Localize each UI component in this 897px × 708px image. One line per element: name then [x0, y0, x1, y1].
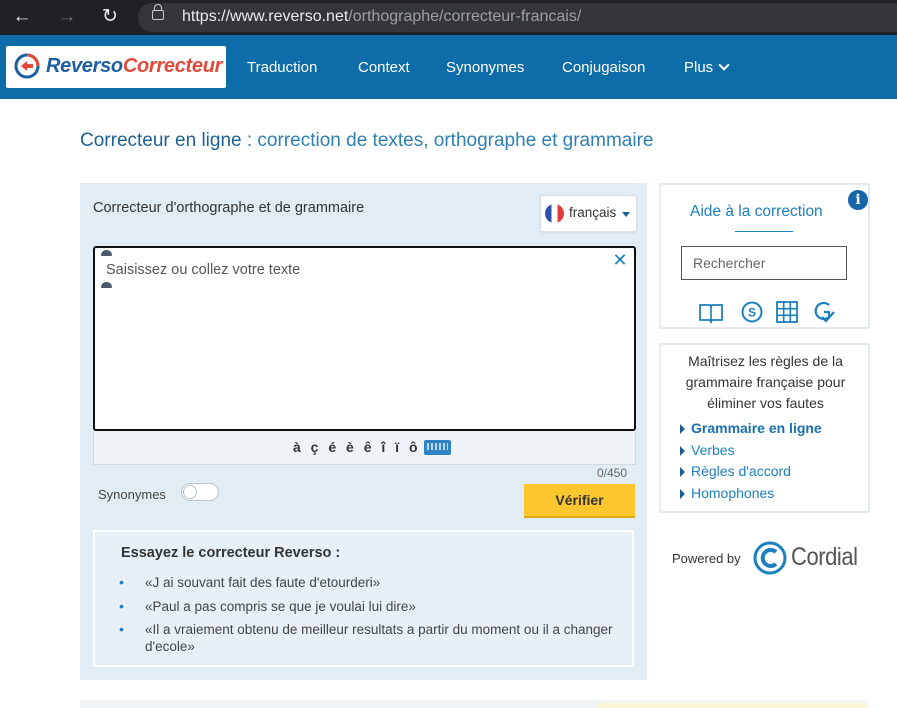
example-item[interactable]: «Il a vraiement obtenu de meilleur resul… — [119, 621, 615, 655]
selection-handle-bottom-icon[interactable] — [101, 282, 112, 288]
help-title: Aide à la correction — [690, 203, 823, 220]
keyboard-icon[interactable] — [424, 440, 451, 455]
site-header: ReversoCorrecteur Traduction Context Syn… — [0, 35, 897, 99]
nav-context[interactable]: Context — [358, 59, 410, 76]
logo-text: ReversoCorrecteur — [46, 55, 222, 78]
help-search-input[interactable] — [681, 246, 847, 280]
nav-plus-label: Plus — [684, 59, 714, 76]
editor-placeholder: Saisissez ou collez votre texte — [106, 262, 301, 278]
conjugation-grid-icon[interactable] — [774, 300, 800, 324]
svg-text:S: S — [748, 306, 756, 320]
url-domain: https://www.reverso.net — [182, 8, 349, 25]
accent-bar: à ç é è ê î ï ô ü — [93, 432, 636, 465]
dictionary-icon[interactable] — [698, 300, 724, 324]
language-select[interactable]: français — [540, 195, 637, 232]
selection-handle-top-icon[interactable] — [101, 250, 112, 256]
link-verbes[interactable]: Verbes — [680, 442, 735, 458]
examples-box: Essayez le correcteur Reverso : «J ai so… — [93, 530, 634, 667]
bottom-section-strip-yellow — [598, 703, 868, 708]
character-counter: 0/450 — [597, 466, 628, 480]
link-homophones[interactable]: Homophones — [679, 485, 774, 501]
correction-help-box: Aide à la correction i S — [659, 183, 870, 329]
url-path: /orthographe/correcteur-francais/ — [348, 8, 582, 25]
nav-traduction[interactable]: Traduction — [247, 59, 317, 76]
help-title-underline — [735, 231, 793, 232]
cordial-logo-icon[interactable] — [753, 541, 787, 575]
logo-text-reverso: Reverso — [46, 55, 123, 77]
nav-plus[interactable]: Plus — [684, 59, 730, 76]
back-arrow-icon[interactable]: ← — [9, 5, 35, 29]
text-editor[interactable]: Saisissez ou collez votre texte ✕ — [93, 246, 636, 431]
nav-synonymes[interactable]: Synonymes — [446, 59, 524, 76]
chevron-down-icon — [718, 59, 730, 71]
info-icon[interactable]: i — [848, 190, 868, 210]
address-bar[interactable]: https://www.reverso.net/orthographe/corr… — [138, 3, 897, 32]
reload-icon[interactable]: ↻ — [97, 5, 123, 29]
cordial-brand[interactable]: Cordial — [791, 543, 858, 572]
grammar-check-icon[interactable] — [811, 300, 837, 324]
french-flag-icon — [545, 204, 564, 223]
caret-down-icon — [622, 212, 630, 217]
grammar-intro: Maîtrisez les règles de la grammaire fra… — [685, 353, 846, 411]
forward-arrow-icon[interactable]: → — [54, 5, 80, 29]
link-grammaire-en-ligne[interactable]: Grammaire en ligne — [680, 420, 822, 436]
reverso-logo[interactable]: ReversoCorrecteur — [6, 46, 226, 88]
verify-button[interactable]: Vérifier — [524, 484, 635, 518]
synonyms-label: Synonymes — [98, 487, 166, 502]
powered-by-label: Powered by — [672, 551, 741, 566]
logo-text-correcteur: Correcteur — [122, 55, 223, 77]
example-item[interactable]: «Paul a pas compris se que je voulai lui… — [119, 598, 615, 615]
language-label: français — [569, 205, 617, 220]
grammar-rules-box: Maîtrisez les règles de la grammaire fra… — [659, 343, 870, 513]
synonyms-toggle[interactable] — [181, 483, 219, 501]
page-title: Correcteur en ligne : correction de text… — [80, 130, 653, 152]
corrector-panel: Correcteur d'orthographe et de grammaire… — [80, 183, 647, 680]
corrector-heading: Correcteur d'orthographe et de grammaire — [93, 200, 365, 216]
link-regles-accord[interactable]: Règles d'accord — [680, 463, 791, 479]
toggle-knob — [183, 485, 197, 499]
nav-conjugaison[interactable]: Conjugaison — [562, 59, 645, 76]
reverso-logo-icon — [14, 53, 40, 79]
lock-icon — [152, 4, 164, 20]
examples-title: Essayez le correcteur Reverso : — [121, 545, 341, 561]
page-title-strong: Correcteur en ligne — [80, 130, 242, 151]
example-item[interactable]: «J ai souvant fait des faute d'etourderi… — [119, 574, 615, 591]
accent-characters[interactable]: à ç é è ê î ï ô ü — [293, 439, 439, 455]
browser-toolbar: ← → ↻ https://www.reverso.net/orthograph… — [0, 0, 897, 35]
url-text: https://www.reverso.net/orthographe/corr… — [182, 8, 581, 26]
page-title-rest: : correction de textes, orthographe et g… — [241, 130, 654, 151]
clear-text-icon[interactable]: ✕ — [610, 250, 630, 270]
synonyms-icon[interactable]: S — [739, 300, 765, 324]
